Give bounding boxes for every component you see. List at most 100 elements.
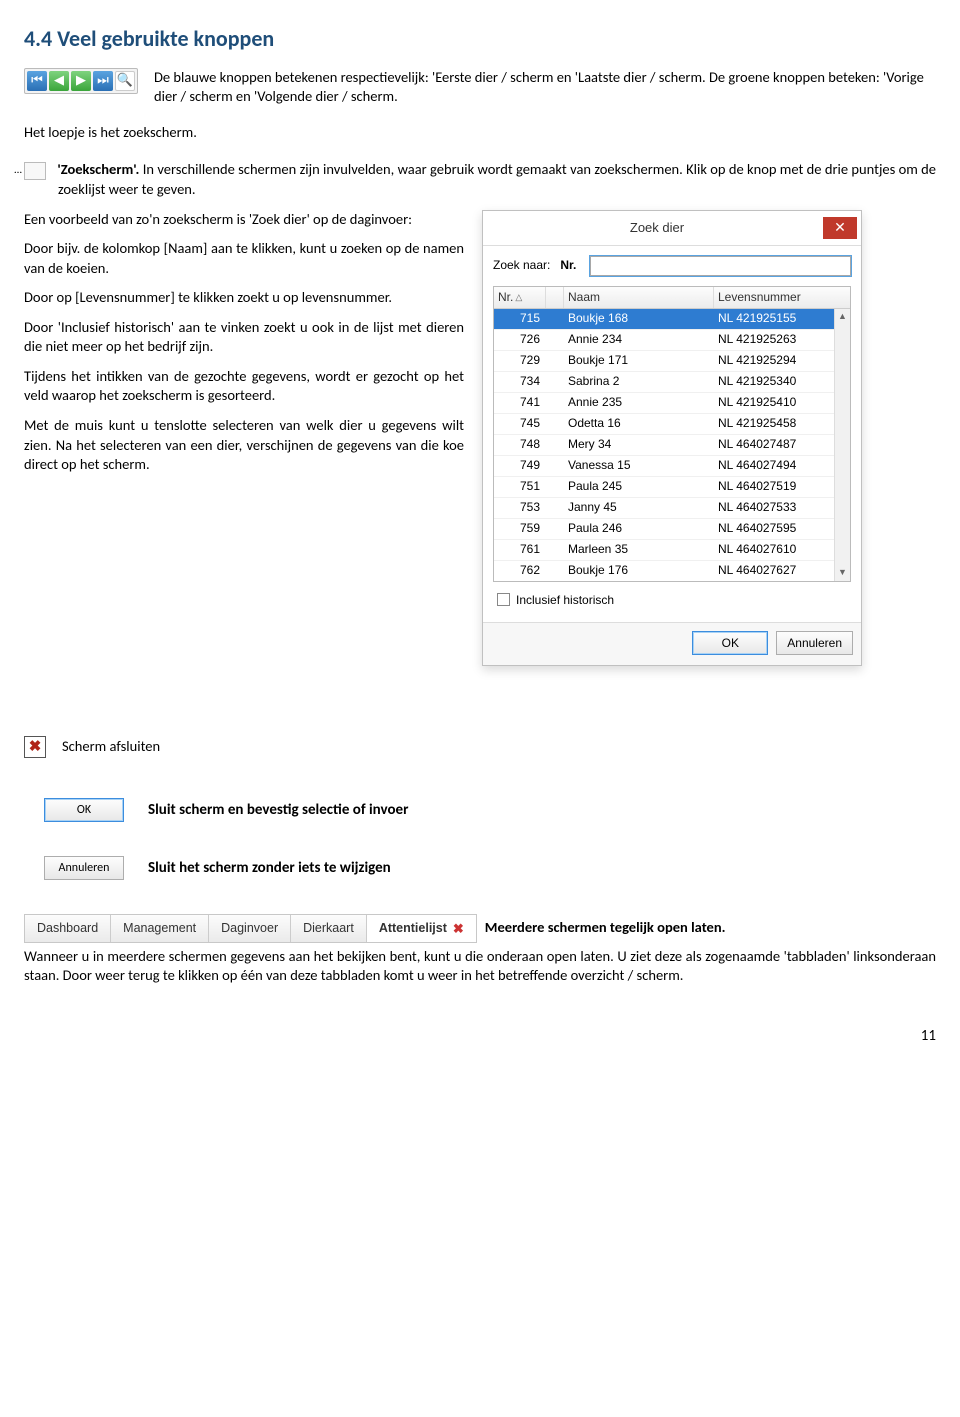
cell-naam: Annie 234 <box>564 331 714 347</box>
left-para-1: Een voorbeeld van zo'n zoekscherm is 'Zo… <box>24 210 464 230</box>
list-item[interactable]: 745Odetta 16NL 421925458 <box>494 414 850 435</box>
zoek-dier-dialog: Zoek dier ✕ Zoek naar: Nr. Nr. △ <box>482 210 862 666</box>
cell-levensnummer: NL 421925410 <box>714 394 850 410</box>
section-heading: 4.4 Veel gebruikte knoppen <box>24 24 936 54</box>
left-para-2: Door bijv. de kolomkop [Naam] aan te kli… <box>24 239 464 278</box>
list-item[interactable]: 726 Annie 234NL 421925263 <box>494 330 850 351</box>
list-item[interactable]: 753 Janny 45NL 464027533 <box>494 498 850 519</box>
cell-levensnummer: NL 421925263 <box>714 331 850 347</box>
tab-strip: Dashboard Management Daginvoer Dierkaart… <box>24 914 477 943</box>
cell-nr: 749 <box>494 457 546 473</box>
list-item[interactable]: 715 Boukje 168NL 421925155 <box>494 309 850 330</box>
cell-naam: Boukje 168 <box>564 310 714 326</box>
close-window-icon: ✖ <box>24 736 46 758</box>
cell-nr: 729 <box>494 352 546 368</box>
cell-nr: 753 <box>494 499 546 515</box>
tab-attentielijst[interactable]: Attentielijst ✖ <box>367 915 476 942</box>
list-scrollbar[interactable]: ▲ ▼ <box>834 309 850 581</box>
col-levensnummer[interactable]: Levensnummer <box>714 287 834 308</box>
list-item[interactable]: 761 Marleen 35NL 464027610 <box>494 540 850 561</box>
list-item[interactable]: 734 Sabrina 2NL 421925340 <box>494 372 850 393</box>
tab-management[interactable]: Management <box>111 915 209 942</box>
col-spacer <box>546 287 564 308</box>
list-item[interactable]: 751 Paula 245NL 464027519 <box>494 477 850 498</box>
col-nr[interactable]: Nr. △ <box>494 287 546 308</box>
ellipsis-icon: … <box>24 162 46 180</box>
left-para-4: Door 'Inclusief historisch' aan te vinke… <box>24 318 464 357</box>
zoekscherm-paragraph: … 'Zoekscherm'. In verschillende scherme… <box>58 160 936 199</box>
cell-naam: Sabrina 2 <box>564 373 714 389</box>
cell-naam: Janny 45 <box>564 499 714 515</box>
page-number: 11 <box>24 1026 936 1046</box>
search-label: Zoek naar: <box>493 257 550 273</box>
dier-listbox[interactable]: Nr. △ Naam Levensnummer 715Boukje 168NL … <box>493 286 851 582</box>
scroll-down-icon[interactable]: ▼ <box>835 565 850 581</box>
cell-naam: Boukje 176 <box>564 562 714 578</box>
cell-nr: 745 <box>494 415 546 431</box>
cell-naam: Annie 235 <box>564 394 714 410</box>
inclusief-historisch-label: Inclusief historisch <box>516 592 614 608</box>
annuleren-button-sample[interactable]: Annuleren <box>44 856 124 880</box>
cell-naam: Marleen 35 <box>564 541 714 557</box>
cell-levensnummer: NL 421925340 <box>714 373 850 389</box>
ok-caption: Sluit scherm en bevestig selectie of inv… <box>148 800 408 820</box>
dialog-title: Zoek dier <box>491 219 823 237</box>
scroll-up-icon[interactable]: ▲ <box>835 309 850 325</box>
list-item[interactable]: 741 Annie 235NL 421925410 <box>494 393 850 414</box>
col-nr-label: Nr. <box>498 289 513 305</box>
intro-text-2: Het loepje is het zoekscherm. <box>24 123 936 143</box>
tab-dashboard[interactable]: Dashboard <box>25 915 111 942</box>
list-item[interactable]: 762 Boukje 176NL 464027627 <box>494 561 850 582</box>
cell-levensnummer: NL 464027610 <box>714 541 850 557</box>
cell-nr: 759 <box>494 520 546 536</box>
tabs-caption: Meerdere schermen tegelijk open laten. <box>485 918 726 938</box>
cell-nr: 715 <box>494 310 546 326</box>
cell-levensnummer: NL 421925155 <box>714 310 850 326</box>
tab-attentielijst-label: Attentielijst <box>379 920 447 937</box>
cell-naam: Boukje 171 <box>564 352 714 368</box>
cell-nr: 751 <box>494 478 546 494</box>
cell-nr: 734 <box>494 373 546 389</box>
cell-nr: 741 <box>494 394 546 410</box>
cell-nr: 748 <box>494 436 546 452</box>
list-item[interactable]: 748 Mery 34NL 464027487 <box>494 435 850 456</box>
cell-nr: 761 <box>494 541 546 557</box>
cell-nr: 762 <box>494 562 546 578</box>
dialog-close-button[interactable]: ✕ <box>823 217 857 239</box>
cell-levensnummer: NL 464027494 <box>714 457 850 473</box>
cell-levensnummer: NL 464027595 <box>714 520 850 536</box>
cell-naam: Vanessa 15 <box>564 457 714 473</box>
cell-levensnummer: NL 464027519 <box>714 478 850 494</box>
next-icon: ▶ <box>71 71 91 91</box>
search-input[interactable] <box>590 256 851 276</box>
inclusief-historisch-checkbox[interactable] <box>497 593 510 606</box>
annuleren-caption: Sluit het scherm zonder iets te wijzigen <box>148 858 391 878</box>
tabs-paragraph: Wanneer u in meerdere schermen gegevens … <box>24 947 936 986</box>
tab-dierkaart[interactable]: Dierkaart <box>291 915 367 942</box>
search-field-name: Nr. <box>560 257 576 273</box>
cell-levensnummer: NL 464027487 <box>714 436 850 452</box>
last-icon: ⏭ <box>93 71 113 91</box>
dialog-cancel-button[interactable]: Annuleren <box>776 631 853 655</box>
cell-levensnummer: NL 464027533 <box>714 499 850 515</box>
cell-levensnummer: NL 421925294 <box>714 352 850 368</box>
col-naam[interactable]: Naam <box>564 287 714 308</box>
list-item[interactable]: 729 Boukje 171NL 421925294 <box>494 351 850 372</box>
first-icon: ⏮ <box>27 71 47 91</box>
cell-levensnummer: NL 421925458 <box>714 415 850 431</box>
list-item[interactable]: 749 Vanessa 15NL 464027494 <box>494 456 850 477</box>
cell-naam: Paula 246 <box>564 520 714 536</box>
left-para-6: Met de muis kunt u tenslotte selecteren … <box>24 416 464 475</box>
list-item[interactable]: 759 Paula 246NL 464027595 <box>494 519 850 540</box>
dialog-ok-button[interactable]: OK <box>692 631 768 655</box>
left-para-5: Tijdens het intikken van de gezochte geg… <box>24 367 464 406</box>
search-icon: 🔍 <box>115 71 135 91</box>
tab-close-icon[interactable]: ✖ <box>453 922 464 935</box>
cell-naam: Mery 34 <box>564 436 714 452</box>
cell-levensnummer: NL 464027627 <box>714 562 850 578</box>
prev-icon: ◀ <box>49 71 69 91</box>
cell-nr: 726 <box>494 331 546 347</box>
cell-naam: Paula 245 <box>564 478 714 494</box>
ok-button-sample[interactable]: OK <box>44 798 124 822</box>
tab-daginvoer[interactable]: Daginvoer <box>209 915 291 942</box>
